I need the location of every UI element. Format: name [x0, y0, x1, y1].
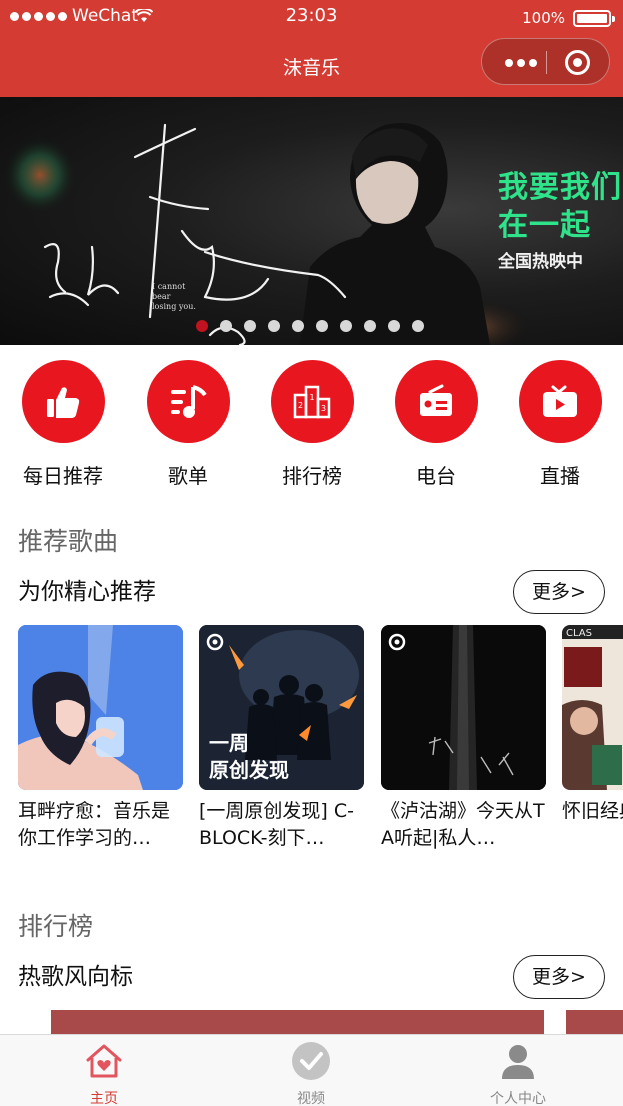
quick-nav-radio[interactable]: 电台 — [376, 360, 496, 489]
playlist-title: 《泸沽湖》今天从TA听起|私人… — [381, 800, 545, 849]
playlist-cover: 一周 原创发现 — [199, 625, 364, 790]
app-screen: WeChat 23:03 100% 沫音乐 I cannot bear losi… — [0, 0, 623, 1106]
svg-text:2: 2 — [298, 401, 303, 410]
playlist-card[interactable]: 耳畔疗愈：音乐是你工作学习的… — [18, 625, 183, 852]
carousel-dot[interactable] — [340, 320, 352, 332]
banner-headline: 我要我们 在一起 — [498, 170, 622, 243]
playlist-cover — [18, 625, 183, 790]
quick-nav-label: 直播 — [540, 464, 580, 488]
quick-nav-live[interactable]: 直播 — [500, 360, 620, 489]
battery-icon — [573, 10, 615, 27]
carousel-dot[interactable] — [412, 320, 424, 332]
tab-bar: 主页 视频 个人中心 — [0, 1034, 623, 1106]
tab-label: 主页 — [90, 1091, 118, 1106]
carousel-dot[interactable] — [388, 320, 400, 332]
status-bar: WeChat 23:03 100% — [0, 0, 623, 34]
ranking-section-subtitle: 热歌风向标 — [18, 964, 133, 990]
video-check-icon — [292, 1042, 330, 1080]
carousel-dot[interactable] — [364, 320, 376, 332]
top-bar: WeChat 23:03 100% 沫音乐 — [0, 0, 623, 97]
recommend-more-button[interactable]: 更多> — [513, 570, 605, 614]
tab-label: 个人中心 — [490, 1091, 546, 1106]
quick-nav-label: 每日推荐 — [23, 464, 103, 488]
quick-nav-playlist[interactable]: 歌单 — [128, 360, 248, 489]
carousel-dot[interactable] — [268, 320, 280, 332]
radio-icon — [394, 360, 478, 443]
carousel-dot[interactable] — [292, 320, 304, 332]
tab-home[interactable]: 主页 — [44, 1041, 164, 1106]
recommend-section-title: 推荐歌曲 — [18, 527, 119, 556]
carousel-dot[interactable] — [244, 320, 256, 332]
ranking-more-button[interactable]: 更多> — [513, 955, 605, 999]
playlist-cover — [381, 625, 546, 790]
tab-profile[interactable]: 个人中心 — [458, 1041, 578, 1106]
playlist-card[interactable]: 《泸沽湖》今天从TA听起|私人… — [381, 625, 546, 852]
svg-text:1: 1 — [309, 393, 314, 402]
playlist-title: 怀旧经典 百听不厌 — [562, 800, 623, 822]
tab-label: 视频 — [297, 1091, 325, 1106]
tab-video[interactable]: 视频 — [251, 1041, 371, 1106]
banner-carousel[interactable]: I cannot bear losing you. 我要我们 在一起 全国热映中 — [0, 97, 623, 345]
battery-percent: 100% — [522, 9, 565, 27]
banner-english-text: I cannot bear losing you. — [152, 282, 196, 311]
quick-nav: 每日推荐 歌单 12 3 排行榜 电台 直播 — [0, 360, 623, 495]
playlist-title: 耳畔疗愈：音乐是你工作学习的… — [18, 800, 171, 849]
podium-icon: 12 3 — [270, 360, 354, 443]
capsule-divider — [546, 51, 547, 74]
ranking-section-title: 排行榜 — [18, 912, 94, 941]
user-icon — [502, 1045, 534, 1079]
close-miniprogram-icon[interactable] — [565, 50, 590, 75]
playlist-cover: CLAS — [562, 625, 623, 790]
carousel-dot[interactable] — [220, 320, 232, 332]
home-icon — [86, 1044, 122, 1078]
carousel-dot[interactable] — [316, 320, 328, 332]
playlist-title: [一周原创发现] C-BLOCK-刻下… — [199, 800, 354, 849]
live-tv-icon — [518, 360, 602, 443]
playlist-icon — [146, 360, 230, 443]
miniprogram-capsule — [481, 38, 610, 85]
recommend-section-subtitle: 为你精心推荐 — [18, 579, 156, 605]
svg-text:CLAS: CLAS — [566, 628, 592, 639]
recommend-card-list[interactable]: 耳畔疗愈：音乐是你工作学习的… 一周 原创发现 [一周原创发现] C-BLOCK… — [18, 625, 623, 855]
more-options-icon[interactable] — [498, 45, 544, 80]
svg-text:3: 3 — [321, 404, 326, 413]
quick-nav-daily[interactable]: 每日推荐 — [3, 360, 123, 489]
playlist-card[interactable]: 一周 原创发现 [一周原创发现] C-BLOCK-刻下… — [199, 625, 364, 852]
carousel-dot[interactable] — [196, 320, 208, 332]
banner-subline: 全国热映中 — [498, 252, 583, 272]
quick-nav-ranking[interactable]: 12 3 排行榜 — [252, 360, 372, 489]
quick-nav-label: 歌单 — [168, 464, 208, 488]
quick-nav-label: 排行榜 — [282, 464, 342, 488]
cover-overlay-text: 一周 原创发现 — [209, 731, 289, 782]
quick-nav-label: 电台 — [416, 464, 456, 488]
carousel-indicators — [196, 320, 424, 332]
thumbs-up-icon — [21, 360, 105, 443]
playlist-card[interactable]: CLAS 怀旧经典 百听不厌 — [562, 625, 623, 852]
